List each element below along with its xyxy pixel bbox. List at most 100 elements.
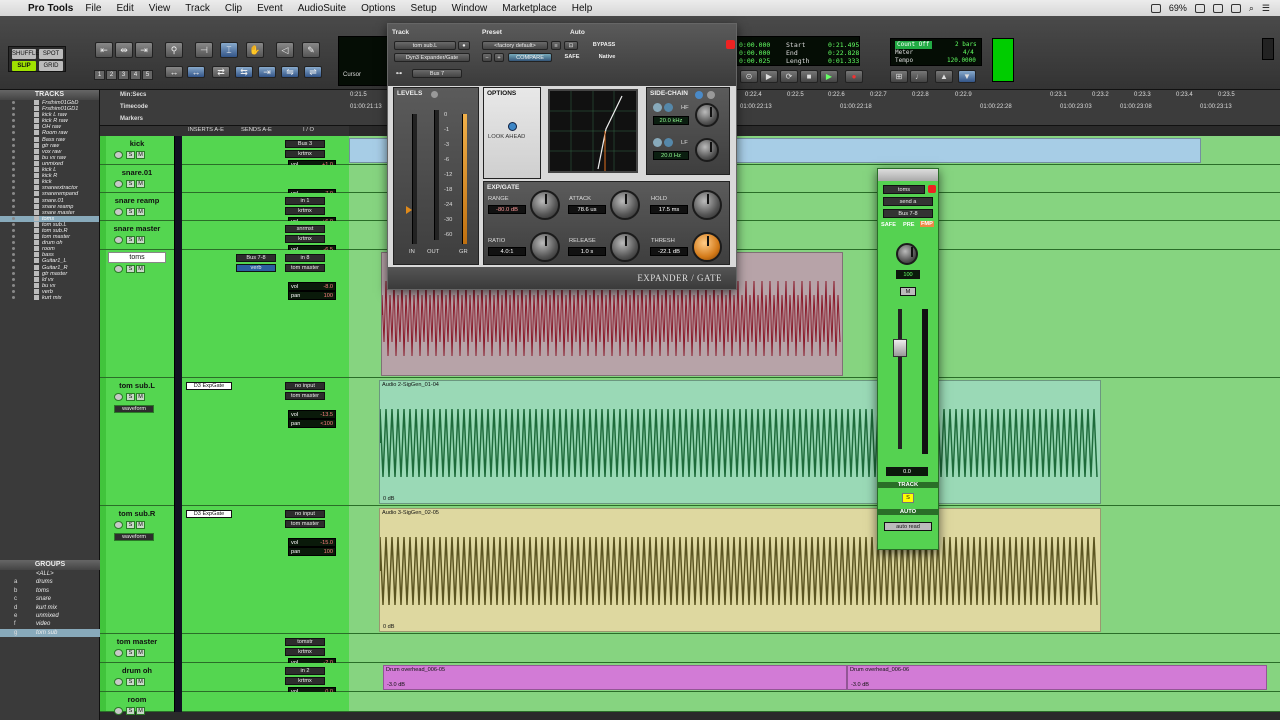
- input-select[interactable]: Bus 3: [285, 140, 325, 148]
- menu-marketplace[interactable]: Marketplace: [502, 3, 556, 14]
- solo-icon[interactable]: S: [126, 151, 135, 159]
- solo-icon[interactable]: S: [126, 678, 135, 686]
- record-icon[interactable]: ●: [845, 70, 863, 83]
- volume-icon[interactable]: [1230, 3, 1241, 13]
- track-name[interactable]: snare.01: [108, 167, 166, 178]
- solo-icon[interactable]: S: [126, 649, 135, 657]
- output-solo-icon[interactable]: S: [902, 493, 914, 503]
- track-visible-dot-icon[interactable]: [12, 131, 15, 135]
- attack-knob[interactable]: [610, 190, 640, 220]
- output-fader-handle[interactable]: [893, 339, 907, 357]
- zoom-preset-2[interactable]: 2: [106, 70, 117, 80]
- input-select[interactable]: snrmst: [285, 225, 325, 233]
- track-name[interactable]: tom master: [108, 636, 166, 647]
- track-name[interactable]: snare reamp: [108, 195, 166, 206]
- solo-icon[interactable]: S: [126, 521, 135, 529]
- levels-peak-icon[interactable]: [431, 91, 438, 98]
- plugin-bypass-button[interactable]: BYPASS: [584, 41, 624, 50]
- plugin-preset-select[interactable]: <factory default>: [482, 41, 548, 50]
- scrub-tool-icon[interactable]: ◁: [276, 42, 294, 58]
- group-list-item[interactable]: f video: [0, 620, 100, 628]
- zoom-in-icon[interactable]: ⇥: [135, 42, 153, 58]
- track-edit-lane[interactable]: [349, 692, 1280, 711]
- track-visible-dot-icon[interactable]: [12, 204, 15, 208]
- insert-slot[interactable]: D3 ExpGate: [186, 510, 232, 518]
- mute-icon[interactable]: M: [136, 180, 145, 188]
- record-arm-icon[interactable]: [114, 521, 123, 529]
- track-row[interactable]: room S M: [100, 692, 1280, 715]
- hold-value[interactable]: 17.5 ms: [650, 205, 688, 214]
- thresh-value[interactable]: -22.1 dB: [650, 247, 688, 256]
- wait-note-icon[interactable]: ♩: [910, 70, 928, 83]
- tab-to-transients-icon[interactable]: ⇥: [258, 66, 276, 78]
- range-value[interactable]: -80.0 dB: [488, 205, 526, 214]
- insert-slot[interactable]: D3 ExpGate: [186, 382, 232, 390]
- track-row[interactable]: tom sub.L S Mwaveform D3 ExpGate no input tom…: [100, 378, 1280, 506]
- volume-display[interactable]: vol -13.5: [288, 410, 336, 419]
- insertion-follows-icon[interactable]: ⇆: [235, 66, 253, 78]
- send-slot[interactable]: Bus 7-8: [236, 254, 276, 262]
- audio-region[interactable]: Audio 2-SigGen_01-04 0 dB: [379, 380, 1101, 504]
- count-off-button[interactable]: Count Off: [895, 41, 932, 49]
- mute-icon[interactable]: M: [136, 236, 145, 244]
- solo-icon[interactable]: S: [126, 393, 135, 401]
- zoom-toggle-midi-icon[interactable]: ⇌: [304, 66, 322, 78]
- track-visible-dot-icon[interactable]: [12, 259, 15, 263]
- stop-icon[interactable]: ■: [800, 70, 818, 83]
- input-select[interactable]: in 2: [285, 667, 325, 675]
- output-pan-knob[interactable]: [896, 243, 918, 265]
- ratio-value[interactable]: 4.0:1: [488, 247, 526, 256]
- group-list-item[interactable]: c snare: [0, 595, 100, 603]
- pan-display[interactable]: pan 100: [288, 291, 336, 300]
- track-visible-dot-icon[interactable]: [12, 253, 15, 257]
- solo-icon[interactable]: S: [126, 180, 135, 188]
- output-pre-button[interactable]: PRE: [903, 222, 915, 228]
- pan-display[interactable]: pan 100: [288, 547, 336, 556]
- conductor-icon[interactable]: ▼: [958, 70, 976, 83]
- track-visible-dot-icon[interactable]: [12, 143, 15, 147]
- track-row[interactable]: tom sub.R S Mwaveform D3 ExpGate no input tom…: [100, 506, 1280, 634]
- record-arm-icon[interactable]: [114, 208, 123, 216]
- track-name[interactable]: snare master: [108, 223, 166, 234]
- record-arm-icon[interactable]: [114, 649, 123, 657]
- track-visible-dot-icon[interactable]: [12, 296, 15, 299]
- track-row[interactable]: drum ohSMin 2krtmxvol 0.0Drum overhead_0…: [100, 663, 1280, 696]
- track-visible-dot-icon[interactable]: [12, 235, 15, 239]
- sidechain-key-listen-icon[interactable]: [695, 91, 703, 99]
- plugin-plus-icon[interactable]: +: [494, 53, 504, 62]
- track-visible-dot-icon[interactable]: [12, 186, 15, 190]
- track-visible-dot-icon[interactable]: [12, 241, 15, 245]
- output-select[interactable]: tom master: [285, 520, 325, 528]
- input-select[interactable]: in 8: [285, 254, 325, 262]
- track-name[interactable]: room: [108, 694, 166, 705]
- loop-icon[interactable]: ⟳: [780, 70, 798, 83]
- solo-icon[interactable]: S: [126, 208, 135, 216]
- menu-edit[interactable]: Edit: [117, 3, 134, 14]
- output-select[interactable]: tom master: [285, 264, 325, 272]
- track-visible-dot-icon[interactable]: [12, 283, 15, 287]
- track-view-select[interactable]: waveform: [114, 533, 154, 541]
- output-select[interactable]: tom master: [285, 392, 325, 400]
- track-visible-dot-icon[interactable]: [12, 228, 15, 232]
- lf-knob[interactable]: [695, 138, 719, 162]
- menu-help[interactable]: Help: [572, 3, 593, 14]
- output-automation-select[interactable]: auto read: [884, 522, 932, 531]
- link-timeline-icon[interactable]: ↔: [165, 66, 183, 78]
- input-select[interactable]: no input: [285, 382, 325, 390]
- input-select[interactable]: no input: [285, 510, 325, 518]
- meter-tempo-counter[interactable]: Count Off 2 bars Meter 4/4 Tempo 120.000…: [890, 38, 982, 66]
- track-view-select[interactable]: waveform: [114, 405, 154, 413]
- track-edit-lane[interactable]: [349, 634, 1280, 662]
- battery-icon[interactable]: [1194, 3, 1205, 13]
- record-arm-icon[interactable]: [114, 236, 123, 244]
- audio-region[interactable]: Drum overhead_006-06 -3.0 dB: [847, 665, 1267, 690]
- menu-file[interactable]: File: [85, 3, 101, 14]
- play-icon[interactable]: ▶: [760, 70, 778, 83]
- pencil-tool-icon[interactable]: ✎: [302, 42, 320, 58]
- track-name[interactable]: kick: [108, 138, 166, 149]
- track-visible-dot-icon[interactable]: [12, 161, 15, 165]
- online-icon[interactable]: ⊙: [740, 70, 758, 83]
- spot-mode-button[interactable]: SPOT: [39, 49, 63, 59]
- app-status-icon[interactable]: [1150, 3, 1161, 13]
- track-visible-dot-icon[interactable]: [12, 277, 15, 281]
